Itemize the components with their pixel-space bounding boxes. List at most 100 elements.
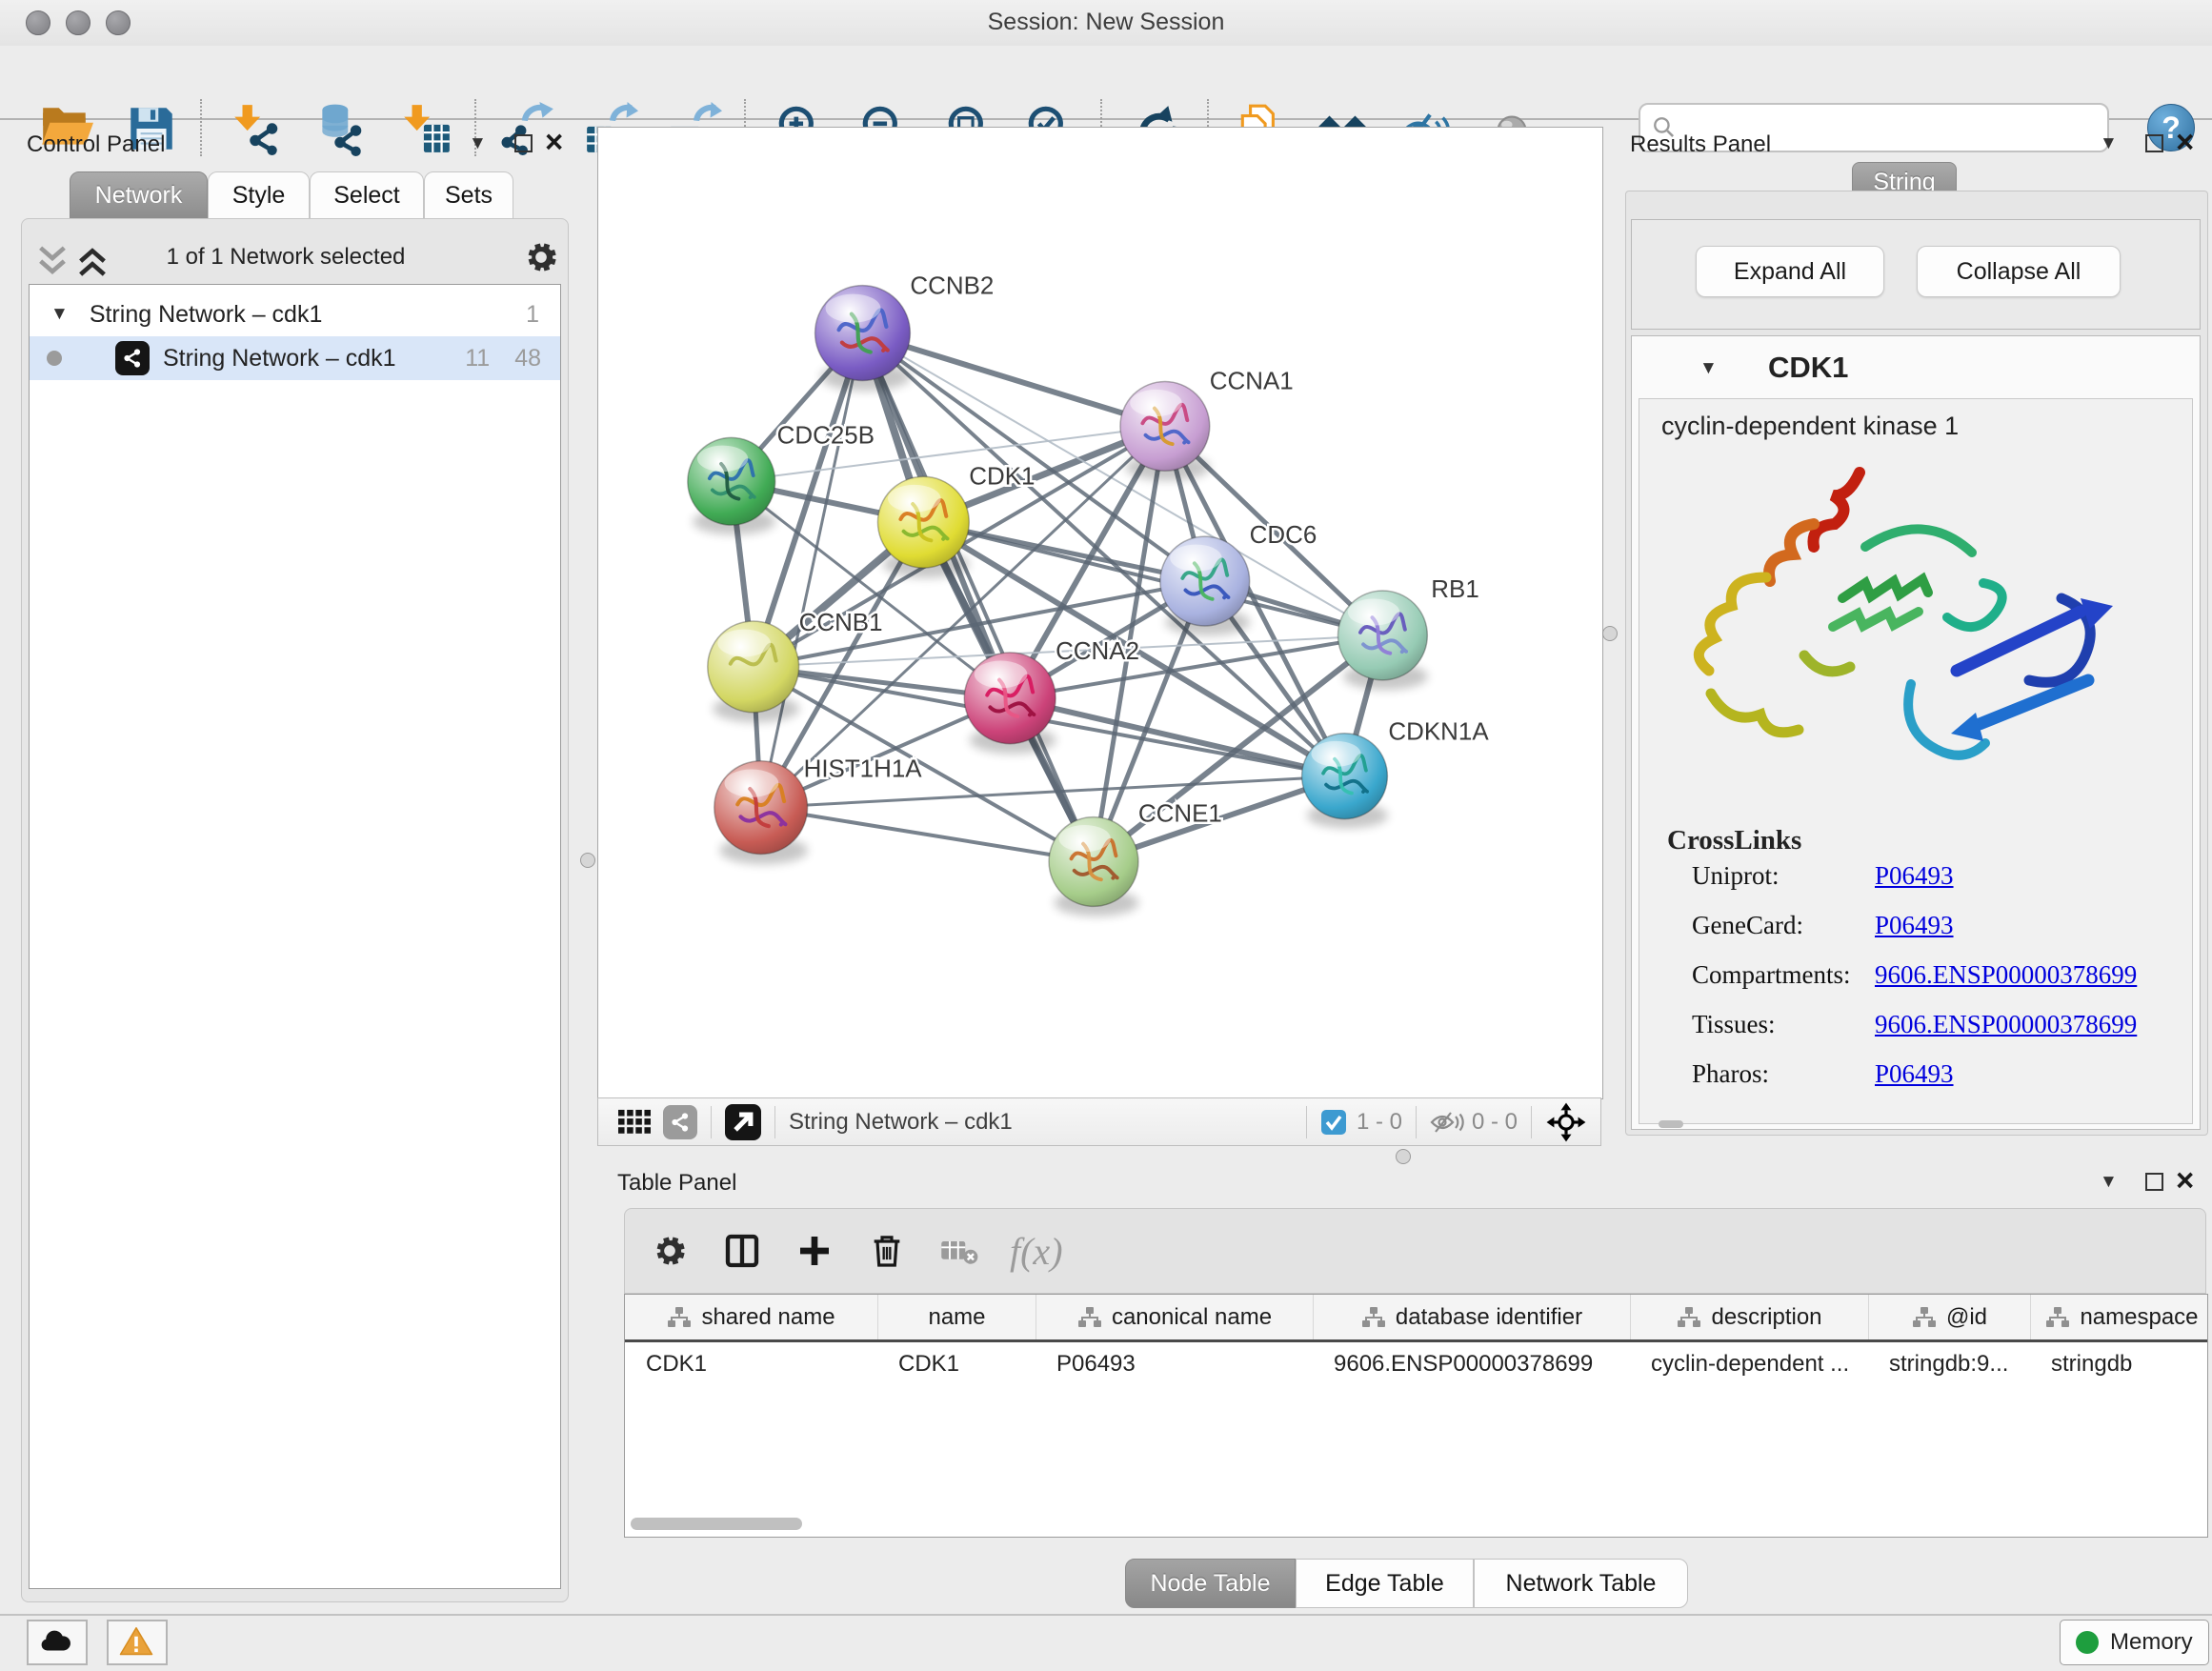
import-network-database-icon[interactable]	[312, 101, 368, 156]
table-cell[interactable]: stringdb	[2030, 1342, 2208, 1386]
collapse-all-networks-icon[interactable]	[36, 242, 69, 274]
table-cell[interactable]: cyclin-dependent ...	[1630, 1342, 1868, 1386]
selected-checkbox-icon[interactable]	[1320, 1109, 1347, 1136]
title-bar: Session: New Session	[0, 0, 2212, 46]
crosslink-row: Uniprot:P06493	[1692, 861, 2187, 911]
results-panel-close-icon[interactable]: ×	[2176, 131, 2194, 152]
results-panel-float-icon[interactable]	[2145, 134, 2163, 152]
network-panel-gear-icon[interactable]	[522, 238, 560, 276]
table-cell[interactable]: 9606.ENSP00000378699	[1313, 1342, 1630, 1386]
crosslink-link[interactable]: P06493	[1875, 1059, 1954, 1089]
window-title: Session: New Session	[0, 9, 2212, 36]
shared-column-icon	[1912, 1306, 1937, 1329]
table-panel-close-icon[interactable]: ×	[2176, 1170, 2194, 1191]
tree-expander-icon[interactable]: ▼	[50, 304, 69, 325]
tab-sets[interactable]: Sets	[424, 171, 513, 219]
table-panel-collapse-icon[interactable]: ▼	[2100, 1172, 2118, 1193]
crosslink-link[interactable]: 9606.ENSP00000378699	[1875, 1010, 2137, 1039]
tab-node-table[interactable]: Node Table	[1125, 1559, 1296, 1608]
network-node-label: CCNB2	[910, 273, 994, 300]
string-style-icon[interactable]	[663, 1105, 697, 1139]
memory-button[interactable]: Memory	[2060, 1620, 2209, 1665]
selected-node-edge-counts: 1 - 0	[1357, 1109, 1402, 1136]
tab-select[interactable]: Select	[310, 171, 424, 219]
column-header-database-identifier[interactable]: database identifier	[1313, 1295, 1630, 1339]
footer-separator	[1306, 1106, 1307, 1138]
network-canvas[interactable]: CCNB2CCNA1CDC25BCDK1CDC6RB1CCNB1CCNA2CDK…	[597, 127, 1603, 1099]
birds-eye-view-icon[interactable]	[725, 1104, 761, 1140]
grid-view-icon[interactable]	[615, 1103, 654, 1141]
warning-icon	[119, 1624, 155, 1661]
column-header-description[interactable]: description	[1630, 1295, 1868, 1339]
crosslink-link[interactable]: 9606.ENSP00000378699	[1875, 960, 2137, 990]
network-node-CDKN1A[interactable]: CDKN1A	[1302, 719, 1490, 829]
right-splitter-handle[interactable]	[1602, 626, 1618, 641]
table-cell[interactable]: CDK1	[877, 1342, 1036, 1386]
column-header--id[interactable]: @id	[1868, 1295, 2030, 1339]
crosslinks-list: Uniprot:P06493GeneCard:P06493Compartment…	[1692, 861, 2187, 1109]
network-tree-selected-row[interactable]: String Network – cdk1 11 48	[30, 336, 560, 380]
crosslink-link[interactable]: P06493	[1875, 861, 1954, 891]
cloud-icon	[38, 1623, 76, 1661]
network-node-count: 11	[465, 345, 490, 372]
network-node-HIST1H1A[interactable]: HIST1H1A	[714, 756, 922, 865]
memory-label: Memory	[2110, 1629, 2193, 1656]
column-header-shared-name[interactable]: shared name	[625, 1295, 877, 1339]
crosslink-link[interactable]: P06493	[1875, 911, 1954, 940]
expand-all-button[interactable]: Expand All	[1696, 246, 1884, 297]
columns-icon[interactable]	[720, 1229, 764, 1273]
network-node-CCNB2[interactable]: CCNB2	[815, 273, 995, 392]
network-node-RB1[interactable]: RB1	[1338, 576, 1479, 690]
network-node-CDK1[interactable]: CDK1	[877, 463, 1035, 577]
control-panel-float-icon[interactable]	[514, 134, 533, 152]
expand-all-networks-icon[interactable]	[76, 242, 109, 274]
table-cell[interactable]: stringdb:9...	[1868, 1342, 2030, 1386]
table-horizontal-scrollbar[interactable]	[631, 1518, 802, 1530]
results-scrollbar[interactable]	[1659, 1120, 1683, 1128]
delete-table-icon	[937, 1229, 981, 1273]
network-tree-root-row[interactable]: ▼ String Network – cdk1 1	[30, 292, 560, 336]
network-node-label: RB1	[1431, 576, 1478, 603]
fit-selected-icon[interactable]	[1545, 1101, 1587, 1143]
network-tree: ▼ String Network – cdk1 1 String Network…	[29, 284, 561, 1589]
crosslink-label: GeneCard:	[1692, 911, 1875, 940]
network-node-label: CDC25B	[777, 422, 875, 449]
column-header-canonical-name[interactable]: canonical name	[1036, 1295, 1313, 1339]
string-network-icon	[115, 341, 150, 375]
table-cell[interactable]: CDK1	[625, 1342, 877, 1386]
warnings-button[interactable]	[107, 1620, 168, 1665]
table-panel-float-icon[interactable]	[2145, 1173, 2163, 1191]
results-panel-collapse-icon[interactable]: ▼	[2100, 133, 2118, 154]
cloud-button[interactable]	[27, 1620, 88, 1665]
left-splitter-handle[interactable]	[580, 853, 595, 868]
control-panel-collapse-icon[interactable]: ▼	[469, 133, 487, 154]
network-node-CDC6[interactable]: CDC6	[1160, 522, 1317, 635]
hidden-node-edge-counts: 0 - 0	[1472, 1109, 1518, 1136]
tab-style[interactable]: Style	[208, 171, 310, 219]
table-cell[interactable]: P06493	[1036, 1342, 1313, 1386]
control-panel-close-icon[interactable]: ×	[545, 131, 563, 152]
column-header-namespace[interactable]: namespace	[2030, 1295, 2208, 1339]
footer-separator	[1416, 1106, 1417, 1138]
toolbar-separator	[200, 99, 202, 156]
tab-network-table[interactable]: Network Table	[1474, 1559, 1688, 1608]
footer-separator	[1531, 1106, 1532, 1138]
network-node-CDC25B[interactable]: CDC25B	[688, 422, 875, 534]
current-network-indicator-icon	[47, 351, 62, 366]
tab-network[interactable]: Network	[70, 171, 208, 219]
import-network-file-icon[interactable]	[229, 101, 284, 156]
footer-separator	[711, 1106, 712, 1138]
delete-column-icon[interactable]	[865, 1229, 909, 1273]
network-node-CCNA1[interactable]: CCNA1	[1120, 368, 1294, 480]
table-gear-icon[interactable]	[648, 1229, 692, 1273]
add-column-icon[interactable]	[793, 1229, 836, 1273]
network-collection-label: String Network – cdk1	[90, 301, 323, 329]
network-edge-count: 48	[514, 345, 541, 372]
import-table-icon[interactable]	[398, 101, 453, 156]
protein-section-expander-icon[interactable]: ▼	[1699, 358, 1718, 379]
horizontal-splitter-handle[interactable]	[1396, 1149, 1411, 1164]
column-header-name[interactable]: name	[877, 1295, 1036, 1339]
tab-edge-table[interactable]: Edge Table	[1296, 1559, 1474, 1608]
collapse-all-button[interactable]: Collapse All	[1917, 246, 2121, 297]
network-node-label: CDC6	[1250, 522, 1317, 549]
